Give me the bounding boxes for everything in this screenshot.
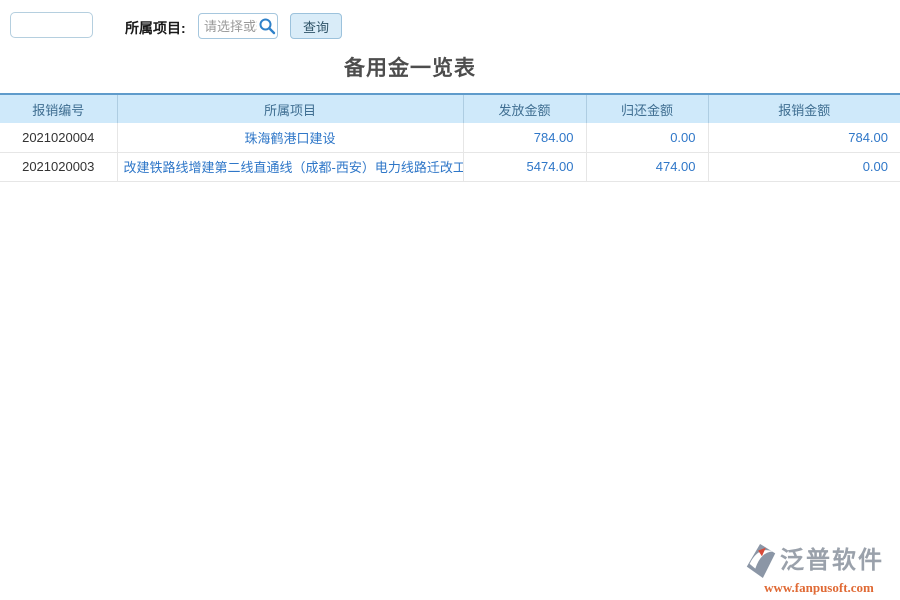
reimbursed-amount: 784.00 [708, 123, 900, 152]
col-header-reimbursed-amount: 报销金额 [708, 94, 900, 123]
vendor-logo: 泛普软件 www.fanpusoft.com [744, 543, 894, 596]
table-row: 2021020003 改建铁路线增建第二线直通线（成都-西安）电力线路迁改工程 … [0, 152, 900, 181]
col-header-returned-amount: 归还金额 [586, 94, 708, 123]
project-link[interactable]: 改建铁路线增建第二线直通线（成都-西安）电力线路迁改工程 [117, 152, 463, 181]
project-filter-label: 所属项目: [125, 18, 186, 38]
project-link[interactable]: 珠海鹤港口建设 [117, 123, 463, 152]
returned-amount: 0.00 [586, 123, 708, 152]
issued-amount: 5474.00 [463, 152, 586, 181]
project-select[interactable] [198, 13, 278, 39]
returned-amount: 474.00 [586, 152, 708, 181]
fanpu-logo-icon [744, 543, 778, 579]
petty-cash-table: 报销编号 所属项目 发放金额 归还金额 报销金额 2021020004 珠海鹤港… [0, 93, 900, 182]
issued-amount: 784.00 [463, 123, 586, 152]
toolbar: 所属项目: 查询 [0, 0, 900, 48]
vendor-website[interactable]: www.fanpusoft.com [744, 580, 894, 596]
table-row: 2021020004 珠海鹤港口建设 784.00 0.00 784.00 [0, 123, 900, 152]
reimbursed-amount: 0.00 [708, 152, 900, 181]
expense-id: 2021020003 [0, 152, 117, 181]
col-header-expense-id: 报销编号 [0, 94, 117, 123]
vendor-name: 泛普软件 [780, 549, 884, 573]
page-title: 备用金一览表 [0, 52, 820, 82]
table-header-row: 报销编号 所属项目 发放金额 归还金额 报销金额 [0, 94, 900, 123]
col-header-issued-amount: 发放金额 [463, 94, 586, 123]
search-icon[interactable] [257, 16, 277, 36]
query-button[interactable]: 查询 [290, 13, 342, 39]
project-select-input[interactable] [199, 15, 257, 37]
expense-id: 2021020004 [0, 123, 117, 152]
col-header-project: 所属项目 [117, 94, 463, 123]
keyword-input[interactable] [10, 12, 93, 38]
